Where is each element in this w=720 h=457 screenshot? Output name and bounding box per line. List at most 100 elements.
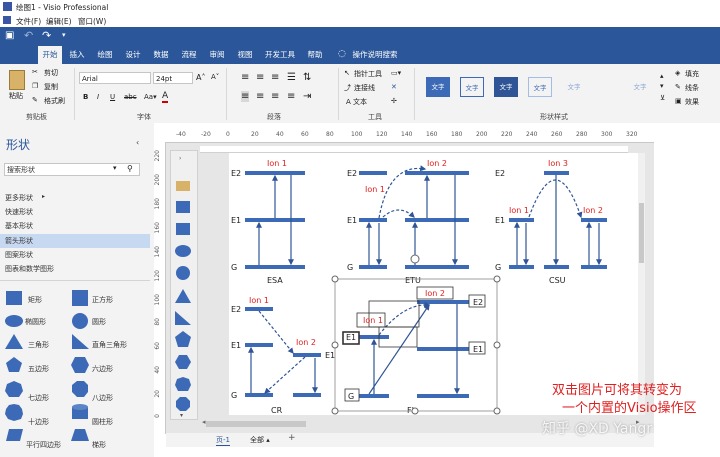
- copy-icon[interactable]: ❐: [32, 82, 38, 90]
- connector-icon[interactable]: ⤴: [344, 83, 351, 93]
- align-right-icon[interactable]: ≡: [271, 91, 279, 102]
- align-left-icon[interactable]: ≡: [241, 91, 250, 102]
- scrollbar-thumb[interactable]: [639, 203, 644, 263]
- category-basic-shapes[interactable]: 基本形状: [5, 221, 33, 231]
- case-icon[interactable]: Aa▾: [144, 93, 157, 101]
- category-more-shapes[interactable]: 更多形状: [5, 193, 33, 203]
- search-shapes-box[interactable]: 搜索形状 ▾ ⚲: [4, 163, 140, 176]
- shape-label-parallelogram[interactable]: 平行四边形: [26, 440, 61, 450]
- menu-edit[interactable]: 编辑(E): [46, 16, 72, 27]
- search-shapes-input[interactable]: 搜索形状: [7, 165, 35, 175]
- shape-style-6[interactable]: 文字: [628, 77, 652, 97]
- category-quick-shapes[interactable]: 快速形状: [5, 207, 33, 217]
- bullets-icon[interactable]: ☰: [287, 72, 296, 83]
- effect-button[interactable]: 效果: [685, 97, 699, 107]
- copy-button[interactable]: 复制: [44, 82, 58, 92]
- underline-icon[interactable]: U: [110, 93, 115, 101]
- tab-draw[interactable]: 绘图: [92, 46, 118, 64]
- indent-icon[interactable]: ⇥: [303, 91, 311, 102]
- shape-label-pentagon[interactable]: 五边形: [28, 364, 49, 374]
- styles-scroll-up-icon[interactable]: ▴: [660, 72, 664, 80]
- category-pattern-shapes[interactable]: 图案形状: [5, 250, 33, 260]
- tab-insert[interactable]: 插入: [64, 46, 90, 64]
- shrink-font-icon[interactable]: A˅: [211, 73, 219, 81]
- add-page-button[interactable]: +: [288, 433, 296, 443]
- shape-label-square[interactable]: 正方形: [92, 295, 113, 305]
- tab-developer[interactable]: 开发工具: [260, 46, 300, 64]
- shape-style-1[interactable]: 文字: [426, 77, 450, 97]
- customize-qat-icon[interactable]: ▾: [62, 31, 66, 39]
- tab-data[interactable]: 数据: [148, 46, 174, 64]
- line-icon[interactable]: ✎: [675, 83, 681, 91]
- tab-view[interactable]: 视图: [232, 46, 258, 64]
- shape-style-2[interactable]: 文字: [460, 77, 484, 97]
- undo-icon[interactable]: ↶: [24, 29, 33, 42]
- paste-icon[interactable]: [9, 70, 25, 90]
- save-icon[interactable]: ▣: [5, 30, 14, 41]
- shape-style-4[interactable]: 文字: [528, 77, 552, 97]
- line-button[interactable]: 线条: [685, 83, 699, 93]
- connector-button[interactable]: 连接线: [354, 83, 375, 93]
- tab-process[interactable]: 流程: [176, 46, 202, 64]
- all-pages-button[interactable]: 全部 ▴: [250, 435, 270, 445]
- align-bottom-icon[interactable]: ≡: [271, 72, 279, 83]
- align-top-icon[interactable]: ≡: [241, 72, 249, 83]
- format-painter-button[interactable]: 格式刷: [44, 96, 65, 106]
- shape-label-triangle[interactable]: 三角形: [28, 340, 49, 350]
- shape-label-cylinder[interactable]: 圆柱形: [92, 417, 113, 427]
- shape-label-right-triangle[interactable]: 直角三角形: [92, 340, 127, 350]
- grow-font-icon[interactable]: A˄: [196, 73, 205, 82]
- shape-label-ellipse[interactable]: 椭圆形: [25, 317, 46, 327]
- text-tool-button[interactable]: A 文本: [346, 97, 367, 107]
- text-direction-icon[interactable]: ⇅: [303, 72, 311, 83]
- shape-label-decagon[interactable]: 十边形: [28, 417, 49, 427]
- shape-label-hexagon[interactable]: 六边形: [92, 364, 113, 374]
- tab-help[interactable]: 帮助: [302, 46, 328, 64]
- bold-icon[interactable]: B: [83, 93, 88, 101]
- menu-file[interactable]: 文件(F): [16, 16, 41, 27]
- cut-button[interactable]: 剪切: [44, 68, 58, 78]
- pointer-icon[interactable]: ↖: [344, 69, 350, 77]
- tab-design[interactable]: 设计: [120, 46, 146, 64]
- collapse-panel-icon[interactable]: ‹: [136, 138, 139, 147]
- shape-label-trapezoid[interactable]: 梯形: [92, 440, 106, 450]
- close-icon[interactable]: ✕: [391, 83, 397, 91]
- tab-review[interactable]: 审阅: [204, 46, 230, 64]
- category-chart-math-shapes[interactable]: 图表和数学图形: [5, 264, 54, 274]
- format-painter-icon[interactable]: ✎: [32, 96, 38, 104]
- embedded-vertical-scrollbar[interactable]: [638, 153, 645, 415]
- strikethrough-icon[interactable]: abc: [124, 93, 137, 101]
- menu-window[interactable]: 窗口(W): [78, 16, 106, 27]
- search-icon[interactable]: ⚲: [127, 164, 133, 173]
- font-color-icon[interactable]: A: [162, 91, 169, 103]
- fill-button[interactable]: 填充: [685, 69, 699, 79]
- shape-label-heptagon[interactable]: 七边形: [28, 393, 49, 403]
- rectangle-icon[interactable]: ▭▾: [391, 69, 401, 77]
- fill-icon[interactable]: ◈: [675, 69, 680, 77]
- font-family-select[interactable]: Arial: [79, 72, 151, 84]
- shape-style-3[interactable]: 文字: [494, 77, 518, 97]
- shape-style-5[interactable]: 文字: [562, 77, 586, 97]
- align-middle-icon[interactable]: ≡: [256, 72, 264, 83]
- connection-point-icon[interactable]: ✢: [391, 97, 397, 105]
- redo-icon[interactable]: ↷: [42, 29, 51, 42]
- justify-icon[interactable]: ≡: [287, 91, 295, 102]
- page-tab-1[interactable]: 页-1: [216, 435, 230, 446]
- shape-label-rectangle[interactable]: 矩形: [28, 295, 42, 305]
- scrollbar-thumb[interactable]: [206, 421, 306, 427]
- align-center-icon[interactable]: ≡: [256, 91, 264, 102]
- pointer-tool-button[interactable]: 指针工具: [354, 69, 382, 79]
- styles-scroll-down-icon[interactable]: ▾: [660, 82, 664, 90]
- cut-icon[interactable]: ✂: [32, 68, 38, 76]
- energy-level-diagram[interactable]: E2 E1 G E2 E1 G E2 E1 G E2 E1 E1 G E2 E1…: [229, 153, 641, 417]
- tell-me-search[interactable]: 操作说明搜索: [350, 46, 400, 64]
- category-arrow-shapes[interactable]: 箭头形状: [5, 236, 33, 246]
- styles-more-icon[interactable]: ⊻: [660, 94, 665, 102]
- tab-home[interactable]: 开始: [38, 46, 62, 64]
- shape-label-octagon[interactable]: 八边形: [92, 393, 113, 403]
- shape-label-circle[interactable]: 圆形: [92, 317, 106, 327]
- effect-icon[interactable]: ▣: [675, 97, 682, 105]
- search-dropdown-icon[interactable]: ▾: [113, 164, 117, 172]
- paste-button[interactable]: 粘贴: [9, 91, 23, 101]
- italic-icon[interactable]: I: [97, 93, 99, 101]
